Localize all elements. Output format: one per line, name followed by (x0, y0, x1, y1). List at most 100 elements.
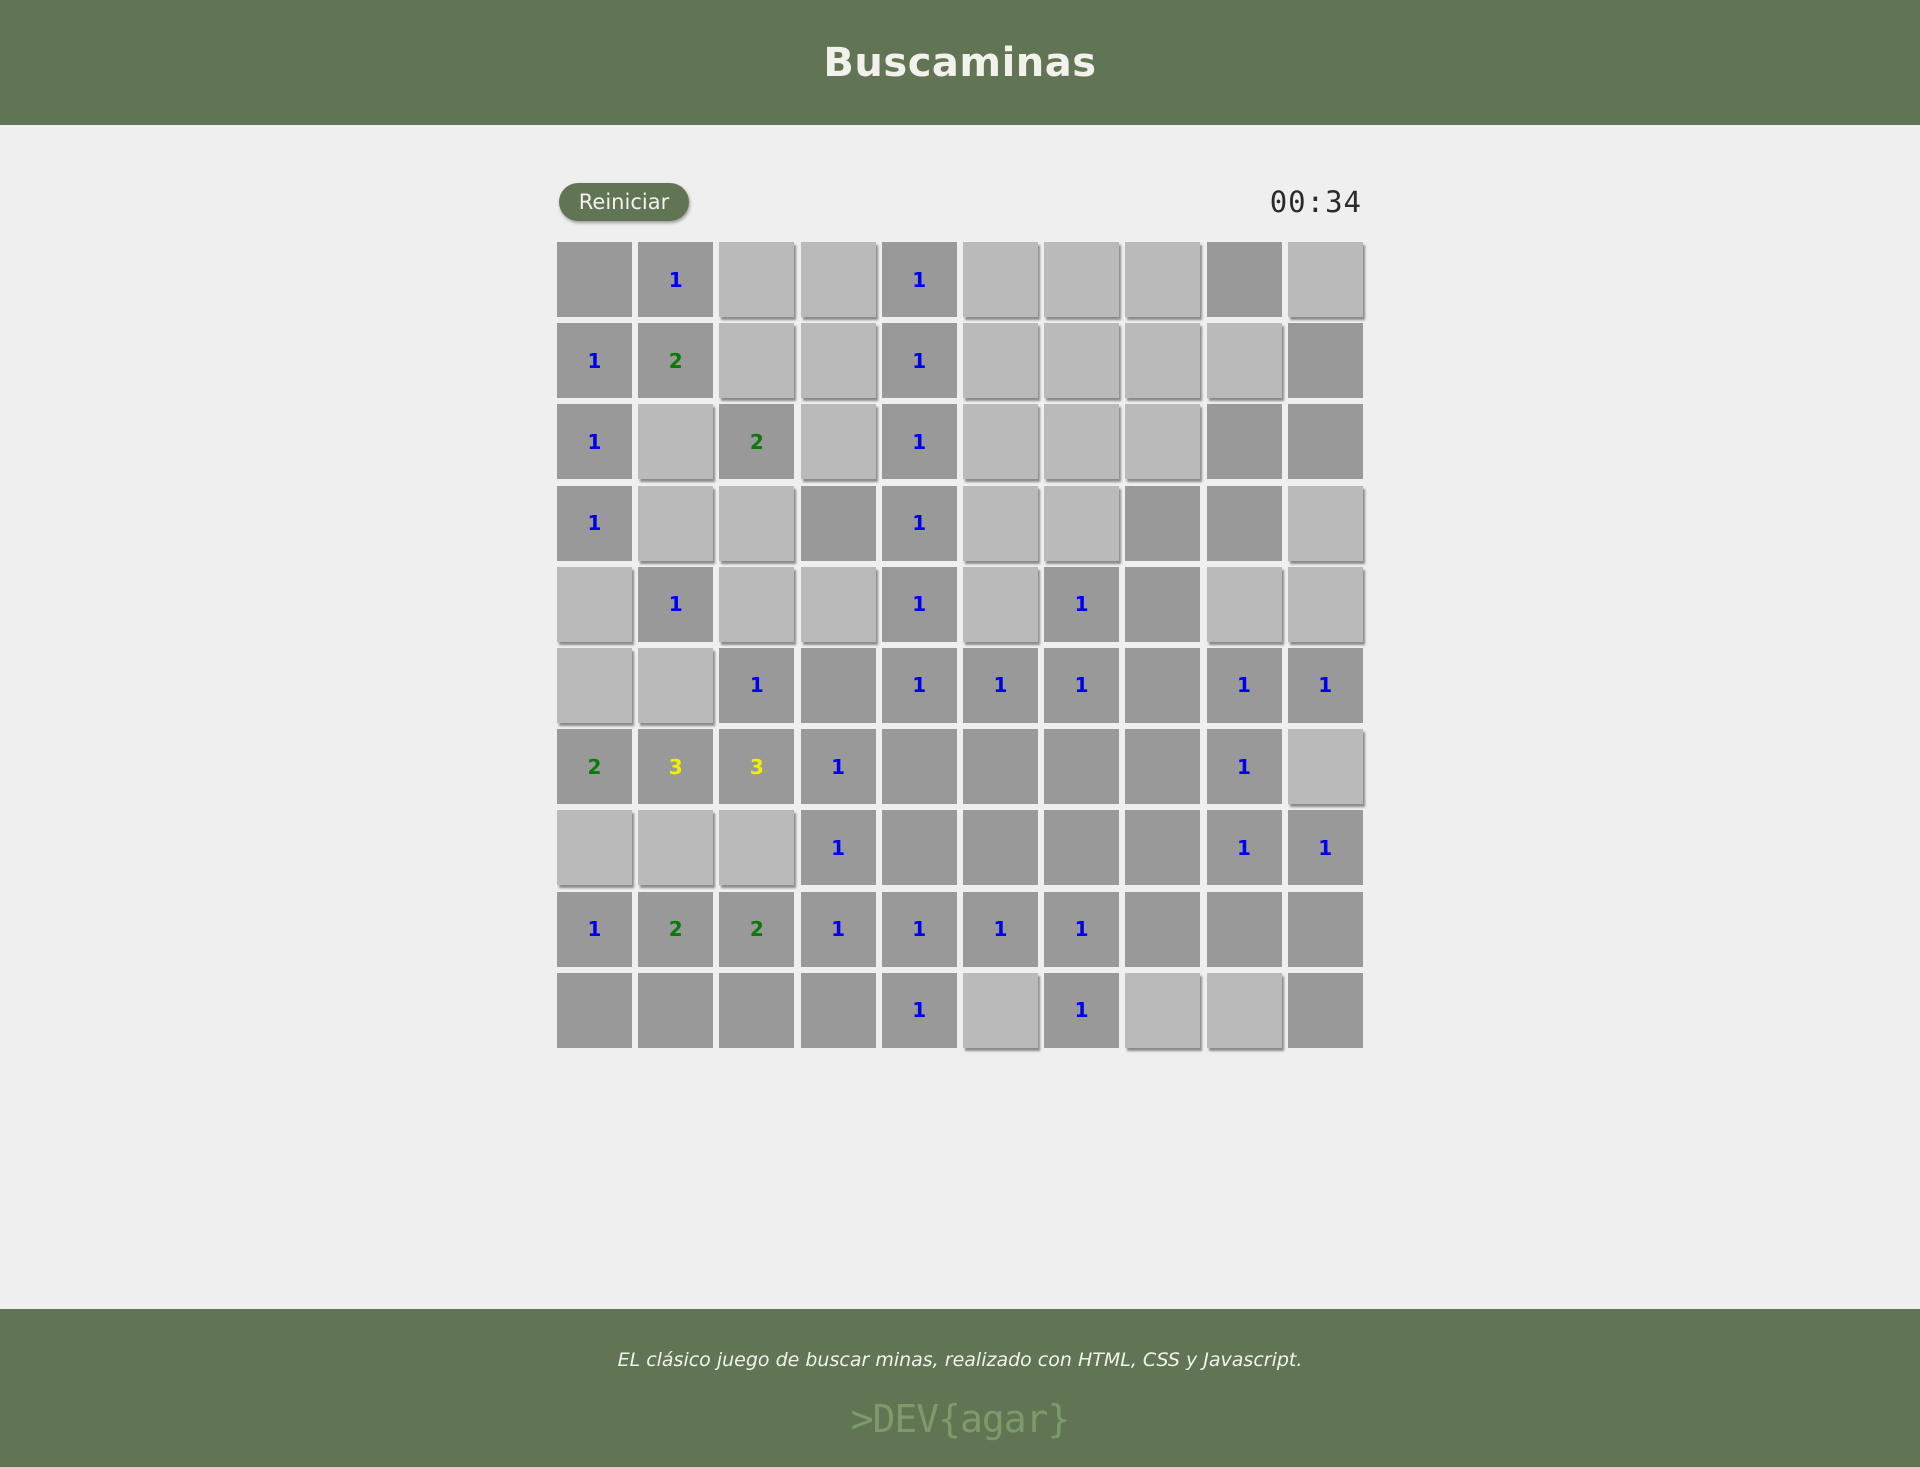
board-cell-revealed[interactable] (1125, 810, 1201, 886)
board-cell-revealed[interactable] (1125, 647, 1201, 723)
board-cell-revealed[interactable] (1287, 323, 1363, 399)
board-cell-revealed[interactable] (1287, 972, 1363, 1048)
board-cell-hidden[interactable] (638, 810, 714, 886)
board-cell-hidden[interactable] (1125, 404, 1201, 480)
board-cell-revealed[interactable] (1287, 891, 1363, 967)
board-cell-revealed[interactable]: 1 (638, 242, 714, 317)
board-cell-hidden[interactable] (638, 647, 714, 723)
board-cell-hidden[interactable] (719, 810, 795, 886)
board-cell-hidden[interactable] (719, 323, 795, 399)
board-cell-revealed[interactable]: 1 (881, 323, 957, 399)
board-cell-revealed[interactable] (1287, 404, 1363, 480)
board-cell-revealed[interactable]: 2 (719, 891, 795, 967)
board-cell-hidden[interactable] (719, 566, 795, 642)
board-cell-hidden[interactable] (1125, 972, 1201, 1048)
board-cell-hidden[interactable] (1125, 242, 1201, 317)
board-cell-revealed[interactable]: 1 (1206, 729, 1282, 805)
board-cell-revealed[interactable] (881, 729, 957, 805)
board-cell-hidden[interactable] (1125, 323, 1201, 399)
board-cell-revealed[interactable]: 1 (881, 566, 957, 642)
board-cell-revealed[interactable]: 1 (800, 729, 876, 805)
board-cell-revealed[interactable]: 1 (962, 891, 1038, 967)
board-cell-revealed[interactable] (881, 810, 957, 886)
board-cell-revealed[interactable]: 1 (1044, 891, 1120, 967)
board-cell-revealed[interactable]: 1 (881, 972, 957, 1048)
board-cell-revealed[interactable] (719, 972, 795, 1048)
board-cell-hidden[interactable] (1287, 485, 1363, 561)
board-cell-revealed[interactable]: 1 (557, 404, 632, 480)
board-cell-revealed[interactable]: 1 (1287, 810, 1363, 886)
board-cell-hidden[interactable] (800, 404, 876, 480)
board-cell-hidden[interactable] (962, 566, 1038, 642)
board-cell-revealed[interactable]: 1 (881, 891, 957, 967)
board-cell-revealed[interactable]: 1 (1044, 647, 1120, 723)
board-cell-hidden[interactable] (800, 566, 876, 642)
board-cell-revealed[interactable] (1206, 891, 1282, 967)
board-cell-hidden[interactable] (1206, 972, 1282, 1048)
board-cell-revealed[interactable]: 3 (638, 729, 714, 805)
board-cell-revealed[interactable] (1125, 729, 1201, 805)
board-cell-revealed[interactable] (1206, 485, 1282, 561)
board-cell-revealed[interactable] (638, 972, 714, 1048)
board-cell-revealed[interactable]: 1 (881, 485, 957, 561)
board-cell-revealed[interactable]: 1 (1287, 647, 1363, 723)
board-cell-revealed[interactable]: 1 (881, 647, 957, 723)
board-cell-revealed[interactable]: 1 (1206, 647, 1282, 723)
board-cell-hidden[interactable] (638, 404, 714, 480)
board-cell-hidden[interactable] (557, 810, 632, 886)
board-cell-hidden[interactable] (1287, 566, 1363, 642)
board-cell-hidden[interactable] (962, 242, 1038, 317)
board-cell-revealed[interactable]: 1 (1044, 566, 1120, 642)
board-cell-hidden[interactable] (1044, 404, 1120, 480)
board-cell-revealed[interactable]: 1 (557, 485, 632, 561)
board-cell-hidden[interactable] (1206, 323, 1282, 399)
board-cell-revealed[interactable]: 2 (638, 891, 714, 967)
board-cell-revealed[interactable] (800, 972, 876, 1048)
board-cell-revealed[interactable]: 1 (881, 242, 957, 317)
board-cell-revealed[interactable]: 3 (719, 729, 795, 805)
board-cell-revealed[interactable] (1125, 485, 1201, 561)
board-cell-hidden[interactable] (719, 485, 795, 561)
board-cell-hidden[interactable] (800, 242, 876, 317)
board-cell-hidden[interactable] (962, 323, 1038, 399)
board-cell-revealed[interactable] (800, 485, 876, 561)
board-cell-revealed[interactable] (1125, 566, 1201, 642)
board-cell-revealed[interactable]: 1 (881, 404, 957, 480)
board-cell-revealed[interactable] (800, 647, 876, 723)
board-cell-hidden[interactable] (557, 566, 632, 642)
board-cell-revealed[interactable]: 2 (638, 323, 714, 399)
board-cell-revealed[interactable] (557, 242, 632, 317)
board-cell-hidden[interactable] (1287, 729, 1363, 805)
board-cell-revealed[interactable] (962, 810, 1038, 886)
board-cell-revealed[interactable]: 2 (557, 729, 632, 805)
board-cell-hidden[interactable] (1044, 323, 1120, 399)
board-cell-hidden[interactable] (1206, 566, 1282, 642)
board-cell-hidden[interactable] (962, 404, 1038, 480)
board-cell-revealed[interactable]: 1 (557, 891, 632, 967)
board-cell-hidden[interactable] (962, 485, 1038, 561)
board-cell-hidden[interactable] (1287, 242, 1363, 317)
board-cell-revealed[interactable]: 1 (638, 566, 714, 642)
board-cell-revealed[interactable] (1125, 891, 1201, 967)
board-cell-revealed[interactable] (1044, 810, 1120, 886)
board-cell-revealed[interactable]: 1 (557, 323, 632, 399)
board-cell-hidden[interactable] (638, 485, 714, 561)
board-cell-revealed[interactable] (1044, 729, 1120, 805)
board-cell-revealed[interactable] (1206, 404, 1282, 480)
board-cell-revealed[interactable]: 1 (1206, 810, 1282, 886)
board-cell-revealed[interactable]: 1 (962, 647, 1038, 723)
board-cell-revealed[interactable]: 1 (1044, 972, 1120, 1048)
restart-button[interactable]: Reiniciar (559, 183, 689, 221)
board-cell-hidden[interactable] (1044, 485, 1120, 561)
board-cell-revealed[interactable]: 2 (719, 404, 795, 480)
board-cell-revealed[interactable] (962, 729, 1038, 805)
board-cell-revealed[interactable]: 1 (800, 810, 876, 886)
board-cell-revealed[interactable] (1206, 242, 1282, 317)
board-cell-hidden[interactable] (962, 972, 1038, 1048)
board-cell-revealed[interactable] (557, 972, 632, 1048)
board-cell-hidden[interactable] (1044, 242, 1120, 317)
board-cell-revealed[interactable]: 1 (800, 891, 876, 967)
board-cell-hidden[interactable] (719, 242, 795, 317)
board-cell-revealed[interactable]: 1 (719, 647, 795, 723)
devagar-logo[interactable]: >DEV{agar} (0, 1397, 1920, 1441)
